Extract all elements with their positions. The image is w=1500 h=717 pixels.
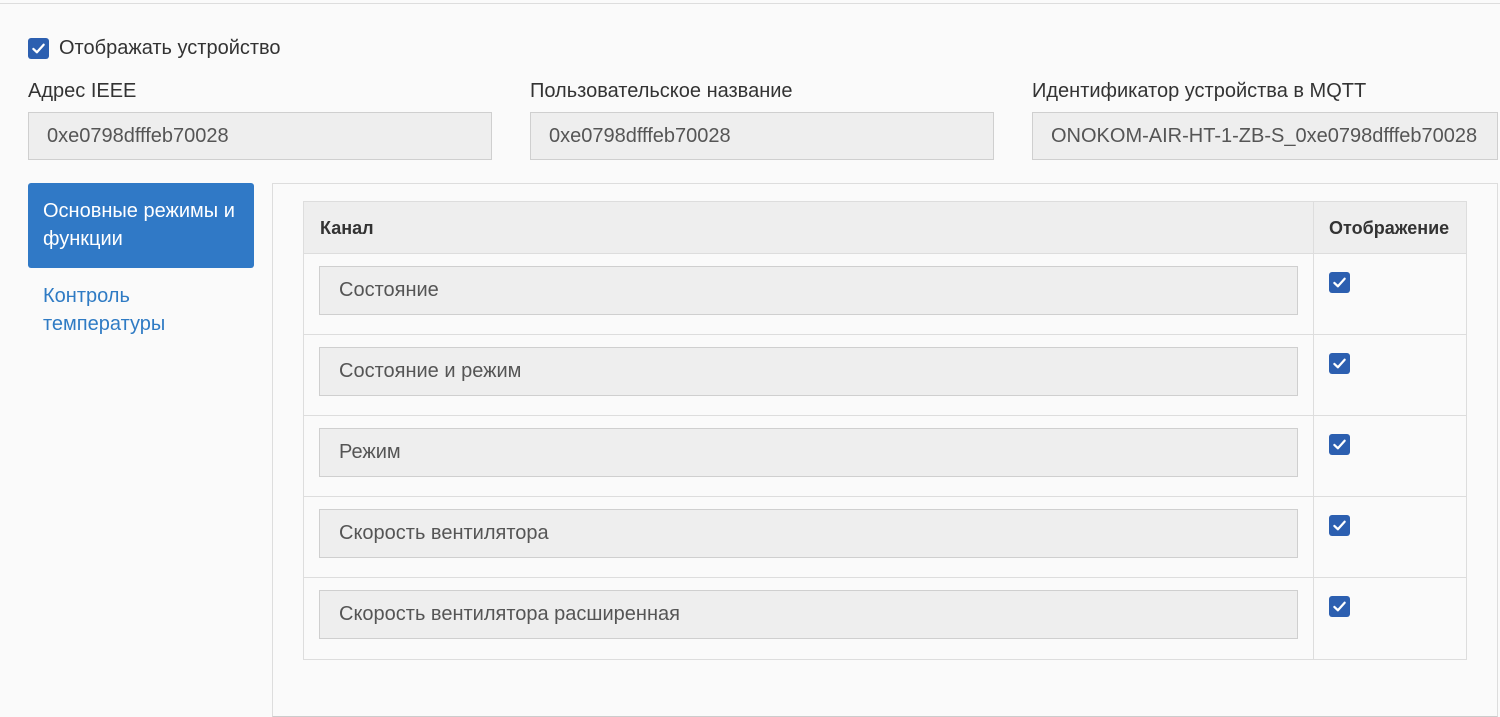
top-divider xyxy=(0,3,1500,4)
show-device-toggle[interactable]: Отображать устройство xyxy=(28,36,281,60)
check-icon xyxy=(1333,520,1346,531)
column-header-display: Отображение xyxy=(1329,218,1450,238)
table-row: Состояние и режим xyxy=(304,335,1466,416)
table-row: Состояние xyxy=(304,254,1466,335)
channel-name-field[interactable]: Состояние xyxy=(319,266,1298,315)
custom-name-group: Пользовательское название 0xe0798dfffeb7… xyxy=(530,78,994,160)
table-header: Канал Отображение xyxy=(304,202,1466,254)
mqtt-id-field[interactable]: ONOKOM-AIR-HT-1-ZB-S_0xe0798dfffeb70028 xyxy=(1032,112,1498,160)
check-icon xyxy=(32,43,45,53)
ieee-address-group: Адрес IEEE 0xe0798dfffeb70028 xyxy=(28,78,492,160)
ieee-address-label: Адрес IEEE xyxy=(28,80,137,102)
check-icon xyxy=(1333,601,1346,612)
display-checkbox[interactable] xyxy=(1329,515,1350,536)
check-icon xyxy=(1333,277,1346,288)
channel-name-field[interactable]: Режим xyxy=(319,428,1298,477)
show-device-checkbox[interactable] xyxy=(28,37,49,59)
channel-name-field[interactable]: Скорость вентилятора xyxy=(319,509,1298,558)
column-header-channel: Канал xyxy=(304,202,1314,253)
custom-name-label: Пользовательское название xyxy=(530,80,793,102)
check-icon xyxy=(1333,358,1346,369)
ieee-address-field[interactable]: 0xe0798dfffeb70028 xyxy=(28,112,492,160)
tab-temperature-control[interactable]: Контроль температуры xyxy=(28,268,254,352)
tab-main-modes[interactable]: Основные режимы и функции xyxy=(28,183,254,268)
display-checkbox[interactable] xyxy=(1329,272,1350,293)
channels-table: Канал Отображение Состояние Состояние и … xyxy=(303,201,1467,660)
table-row: Скорость вентилятора расширенная xyxy=(304,578,1466,659)
custom-name-field[interactable]: 0xe0798dfffeb70028 xyxy=(530,112,994,160)
channel-name-field[interactable]: Состояние и режим xyxy=(319,347,1298,396)
table-row: Скорость вентилятора xyxy=(304,497,1466,578)
show-device-label: Отображать устройство xyxy=(59,36,281,59)
mqtt-id-group: Идентификатор устройства в MQTT ONOKOM-A… xyxy=(1032,78,1498,160)
channel-group-tabs: Основные режимы и функции Контроль темпе… xyxy=(28,183,254,352)
channels-panel: Канал Отображение Состояние Состояние и … xyxy=(272,183,1498,717)
channel-name-field[interactable]: Скорость вентилятора расширенная xyxy=(319,590,1298,639)
mqtt-id-label: Идентификатор устройства в MQTT xyxy=(1032,80,1367,102)
check-icon xyxy=(1333,439,1346,450)
table-row: Режим xyxy=(304,416,1466,497)
display-checkbox[interactable] xyxy=(1329,353,1350,374)
display-checkbox[interactable] xyxy=(1329,596,1350,617)
display-checkbox[interactable] xyxy=(1329,434,1350,455)
